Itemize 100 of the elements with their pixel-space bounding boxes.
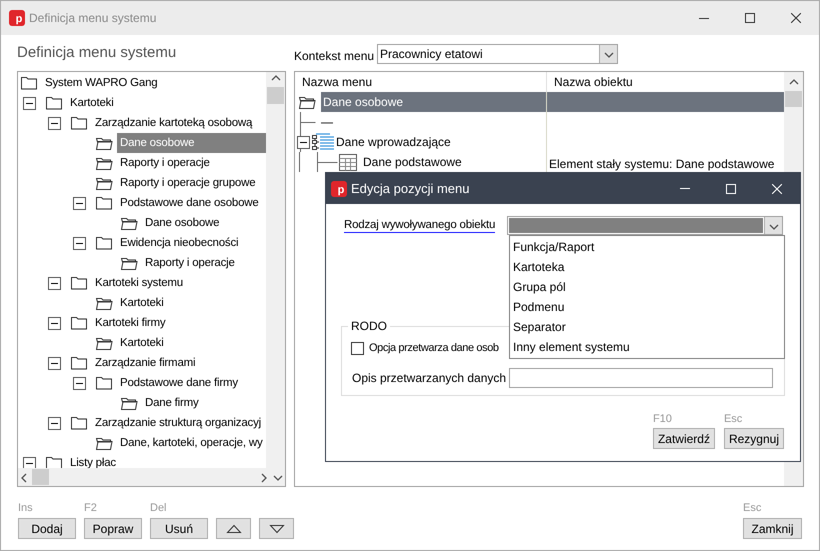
context-dropdown[interactable]: Pracownicy etatowi [377, 44, 618, 64]
table-cell-text: Element stały systemu: Dane podstawowe [548, 157, 774, 171]
tree-item[interactable]: Zarządzanie firmami [92, 353, 198, 373]
minimize-icon [699, 18, 709, 19]
folder-icon [71, 355, 88, 371]
action-button[interactable]: Usuń [150, 518, 208, 539]
triangle-down-icon [268, 524, 284, 534]
shortcut-hint: Esc [724, 412, 744, 426]
close-icon [772, 184, 782, 194]
section-heading: Definicja menu systemu [17, 44, 178, 63]
folder-icon [96, 155, 113, 171]
tree-item[interactable]: Kartoteki [67, 93, 117, 113]
action-button[interactable]: Popraw [84, 518, 142, 539]
selected-row[interactable]: Dane osobowe [295, 92, 784, 112]
folder-icon [96, 335, 113, 351]
folder-icon [96, 175, 113, 191]
column-header[interactable]: Nazwa obiektu [547, 72, 784, 92]
tree-item[interactable]: Dane, kartoteki, operacje, wy [117, 433, 266, 453]
action-button[interactable]: Dodaj [18, 518, 76, 539]
dropdown-option[interactable]: Funkcja/Raport [510, 237, 784, 257]
close-button[interactable]: Zamknij [743, 518, 802, 539]
shortcut-hint: Esc [743, 501, 762, 515]
dialog-button[interactable]: Zatwierdź [652, 428, 715, 449]
maximize-icon [745, 13, 755, 23]
app-logo: p [9, 10, 25, 26]
vertical-scrollbar[interactable] [266, 72, 285, 468]
menu-item-name[interactable]: Dane osobowe [321, 92, 546, 112]
shortcut-hint: Del [150, 501, 168, 515]
folder-icon [96, 295, 113, 311]
triangle-up-icon [226, 524, 242, 534]
collapse-icon[interactable] [73, 376, 86, 390]
field-label: Kontekst menu [294, 48, 376, 65]
tree-item[interactable]: Dane osobowe [117, 133, 266, 153]
folder-icon [71, 415, 88, 431]
collapse-icon[interactable] [297, 136, 310, 148]
scroll-thumb[interactable] [785, 91, 802, 107]
horizontal-scrollbar[interactable] [18, 468, 285, 486]
collapse-icon[interactable] [23, 96, 36, 110]
shortcut-hint: Ins [18, 501, 34, 515]
tree-item[interactable]: Zarządzanie kartoteką osobową [92, 113, 256, 133]
dropdown-option[interactable]: Separator [510, 317, 784, 337]
collapse-icon[interactable] [48, 276, 61, 290]
field-label[interactable]: Rodzaj wywoływanego obiektu [344, 218, 496, 233]
tree-item[interactable]: System WAPRO Gang [42, 73, 160, 93]
maximize-icon [726, 184, 736, 194]
tree-item[interactable]: Kartoteki firmy [92, 313, 168, 333]
collapse-icon[interactable] [48, 356, 61, 370]
folder-icon [71, 275, 88, 291]
field-label: Opis przetwarzanych danych [352, 370, 508, 386]
move-up-button[interactable] [216, 518, 251, 539]
folder-icon [71, 115, 88, 131]
shortcut-hint: F2 [84, 501, 98, 515]
folder-icon [96, 135, 113, 151]
description-field[interactable] [509, 368, 773, 388]
dialog-title: Edycja pozycji menu [351, 180, 470, 198]
move-down-button[interactable] [259, 518, 294, 539]
scroll-thumb[interactable] [32, 469, 49, 485]
tree-item[interactable]: Dane osobowe [142, 213, 222, 233]
collapse-icon[interactable] [48, 416, 61, 430]
folder-icon [96, 375, 113, 391]
folder-icon [96, 435, 113, 451]
tree-item[interactable]: Kartoteki [117, 333, 167, 353]
tree-item[interactable]: Zarządzanie strukturą organizacyj [92, 413, 264, 433]
folder-icon [21, 75, 38, 91]
tree-item[interactable]: Podstawowe dane osobowe [117, 193, 262, 213]
tree-item[interactable]: Raporty i operacje [117, 153, 213, 173]
tree-item[interactable]: Raporty i operacje [142, 253, 238, 273]
collapse-icon[interactable] [73, 236, 86, 250]
folder-icon [121, 395, 138, 411]
tree-item[interactable]: Podstawowe dane firmy [117, 373, 241, 393]
collapse-icon[interactable] [73, 196, 86, 210]
folder-icon [96, 195, 113, 211]
collapse-icon[interactable] [48, 316, 61, 330]
hierarchy-icon [310, 133, 336, 151]
collapse-icon[interactable] [23, 456, 36, 468]
tree-item[interactable]: Ewidencja nieobecności [117, 233, 242, 253]
object-type-dropdown[interactable] [507, 216, 783, 235]
dialog-button[interactable]: Rezygnuj [724, 428, 784, 449]
collapse-icon[interactable] [48, 116, 61, 130]
folder-icon [46, 95, 63, 111]
menu-item-name[interactable]: Dane podstawowe [363, 152, 462, 172]
menu-item-name[interactable]: Dane wprowadzające [336, 132, 451, 152]
minimize-icon [680, 188, 690, 189]
tree-item[interactable]: Kartoteki [117, 293, 167, 313]
window-title: Definicja menu systemu [29, 10, 158, 27]
checkbox[interactable] [351, 342, 364, 355]
dropdown-option[interactable]: Inny element systemu [510, 337, 784, 357]
tree-item[interactable]: Kartoteki systemu [92, 273, 186, 293]
tree-item[interactable]: Raporty i operacje grupowe [117, 173, 258, 193]
dropdown-option[interactable]: Kartoteka [510, 257, 784, 277]
dropdown-option[interactable]: Podmenu [510, 297, 784, 317]
tree-item[interactable]: Dane firmy [142, 393, 202, 413]
checkbox-label: Opcja przetwarza dane osob [369, 341, 499, 356]
folder-icon [96, 235, 113, 251]
folder-icon [121, 255, 138, 271]
folder-icon [71, 315, 88, 331]
menu-item-name[interactable]: — [321, 112, 333, 132]
scroll-thumb[interactable] [267, 87, 284, 104]
dropdown-option[interactable]: Grupa pól [510, 277, 784, 297]
folder-icon [121, 215, 138, 231]
